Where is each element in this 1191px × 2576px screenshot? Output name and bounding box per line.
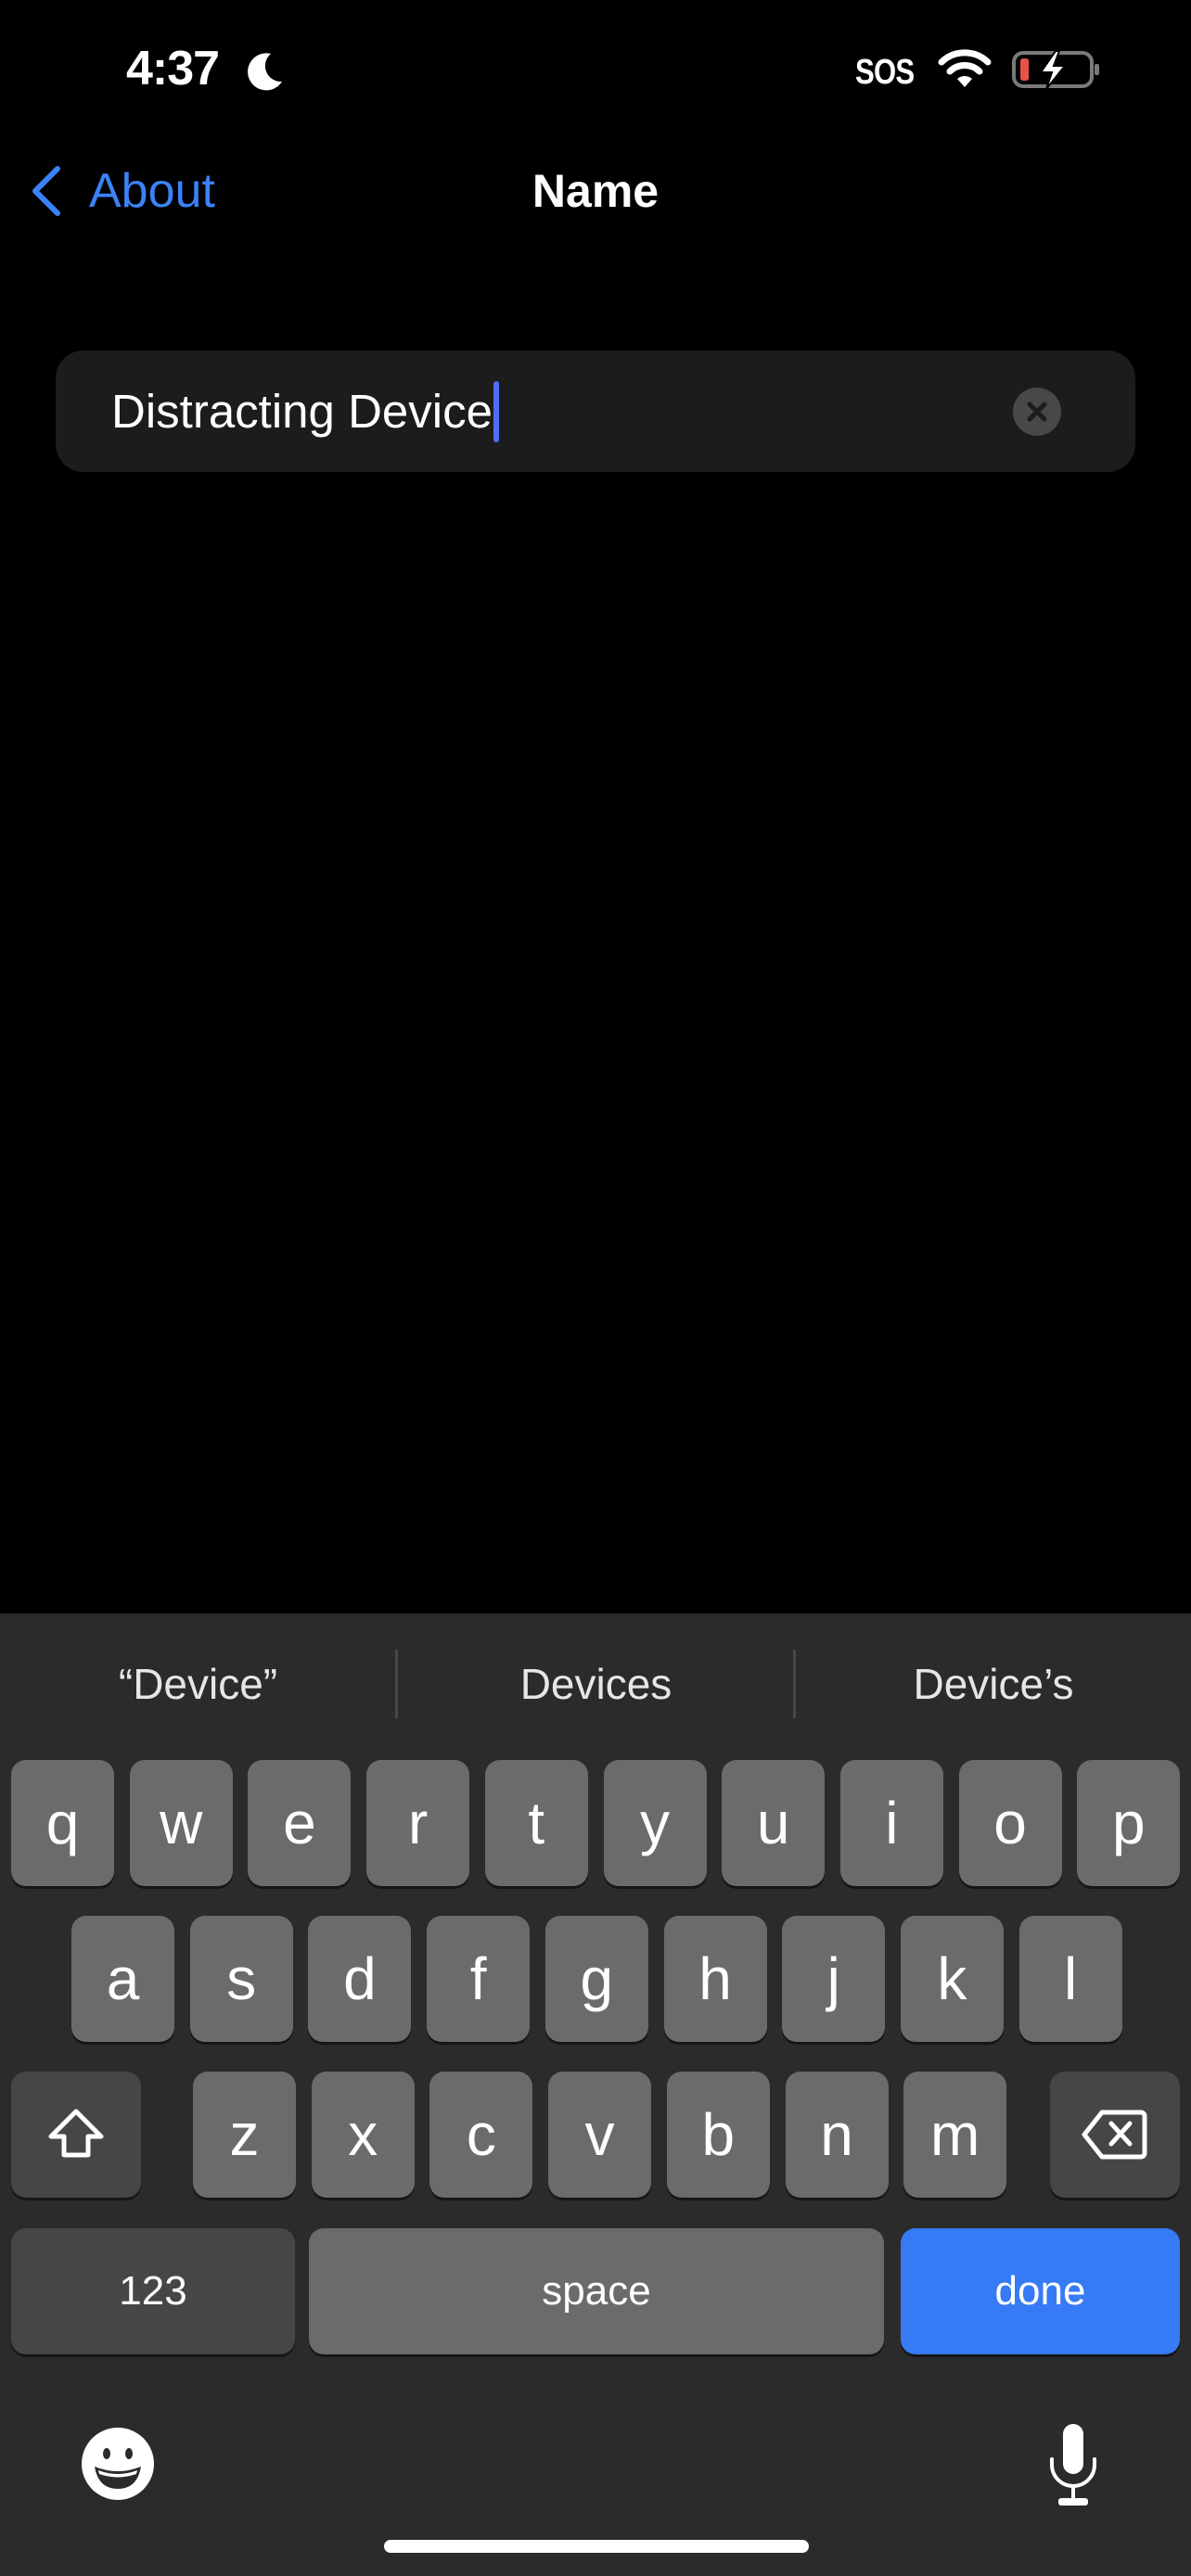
numbers-key[interactable]: 123 — [11, 2228, 295, 2354]
key-v[interactable]: v — [548, 2072, 652, 2198]
key-label: i — [885, 1790, 899, 1856]
key-label: q — [45, 1790, 80, 1856]
key-h[interactable]: h — [663, 1916, 767, 2042]
key-w[interactable]: w — [129, 1760, 233, 1886]
space-key[interactable]: space — [309, 2228, 884, 2354]
name-field-value: Distracting Device — [111, 385, 493, 438]
key-label: d — [343, 1945, 377, 2012]
key-label: h — [698, 1945, 732, 2012]
key-d[interactable]: d — [308, 1916, 412, 2042]
key-u[interactable]: u — [722, 1760, 826, 1886]
space-key-label: space — [542, 2268, 651, 2314]
key-label: x — [348, 2101, 378, 2168]
key-e[interactable]: e — [248, 1760, 352, 1886]
key-g[interactable]: g — [544, 1916, 648, 2042]
key-x[interactable]: x — [311, 2072, 415, 2198]
key-label: l — [1063, 1945, 1078, 2012]
key-label: s — [226, 1945, 257, 2012]
key-label: n — [820, 2101, 853, 2168]
text-caret — [493, 380, 499, 442]
battery-level-fill — [1020, 58, 1030, 81]
key-label: c — [466, 2101, 496, 2168]
key-y[interactable]: y — [603, 1760, 707, 1886]
key-label: v — [584, 2101, 615, 2168]
key-z[interactable]: z — [193, 2072, 296, 2198]
key-label: b — [701, 2101, 736, 2168]
key-j[interactable]: j — [782, 1916, 886, 2042]
done-key[interactable]: done — [901, 2228, 1180, 2354]
shift-icon — [48, 2109, 104, 2158]
name-text-field[interactable]: Distracting Device — [56, 351, 1135, 472]
key-label: e — [283, 1790, 316, 1856]
backspace-icon — [1082, 2110, 1147, 2160]
key-n[interactable]: n — [785, 2072, 889, 2198]
key-label: m — [930, 2101, 980, 2168]
wifi-icon — [938, 49, 992, 87]
key-o[interactable]: o — [958, 1760, 1062, 1886]
key-a[interactable]: a — [71, 1916, 174, 2042]
key-i[interactable]: i — [839, 1760, 943, 1886]
key-label: g — [580, 1945, 614, 2012]
key-label: a — [106, 1945, 140, 2012]
key-label: k — [937, 1945, 967, 2012]
key-p[interactable]: p — [1077, 1760, 1181, 1886]
numbers-key-label: 123 — [119, 2268, 187, 2314]
key-label: j — [826, 1945, 840, 2012]
key-label: u — [756, 1790, 790, 1856]
suggestion-2[interactable]: Devices — [398, 1649, 794, 1719]
moon-icon — [248, 53, 282, 91]
key-label: f — [469, 1945, 487, 2012]
backspace-key[interactable] — [1050, 2072, 1180, 2198]
key-k[interactable]: k — [900, 1916, 1004, 2042]
key-r[interactable]: r — [366, 1760, 470, 1886]
battery-charging-icon — [1012, 50, 1099, 90]
suggestion-3[interactable]: Device’s — [796, 1649, 1191, 1719]
key-t[interactable]: t — [484, 1760, 588, 1886]
clear-circle-icon — [1027, 402, 1047, 422]
home-indicator[interactable] — [384, 2540, 809, 2553]
key-label: r — [407, 1790, 429, 1856]
key-label: y — [640, 1790, 670, 1856]
status-time: 4:37 — [126, 42, 220, 96]
key-label: o — [993, 1790, 1027, 1856]
key-label: t — [528, 1790, 545, 1856]
key-label: z — [229, 2101, 260, 2168]
key-f[interactable]: f — [427, 1916, 531, 2042]
key-c[interactable]: c — [429, 2072, 533, 2198]
keyboard: “Device” Devices Device’s q w e r t y u i o p a s d f… — [0, 1613, 1191, 2576]
key-label: w — [160, 1790, 203, 1856]
key-m[interactable]: m — [903, 2072, 1007, 2198]
key-q[interactable]: q — [11, 1760, 114, 1886]
key-s[interactable]: s — [189, 1916, 293, 2042]
key-b[interactable]: b — [666, 2072, 770, 2198]
carrier-sos-label: SOS — [855, 53, 915, 92]
emoji-icon[interactable] — [80, 2426, 156, 2502]
suggestion-1[interactable]: “Device” — [0, 1649, 396, 1719]
key-l[interactable]: l — [1018, 1916, 1122, 2042]
microphone-icon[interactable] — [1044, 2422, 1102, 2507]
name-field-content: Distracting Device — [111, 351, 499, 472]
page-title: Name — [531, 165, 660, 217]
done-key-label: done — [994, 2268, 1086, 2314]
key-label: p — [1112, 1790, 1146, 1856]
shift-key[interactable] — [11, 2072, 141, 2198]
clear-text-button[interactable] — [1013, 388, 1061, 436]
